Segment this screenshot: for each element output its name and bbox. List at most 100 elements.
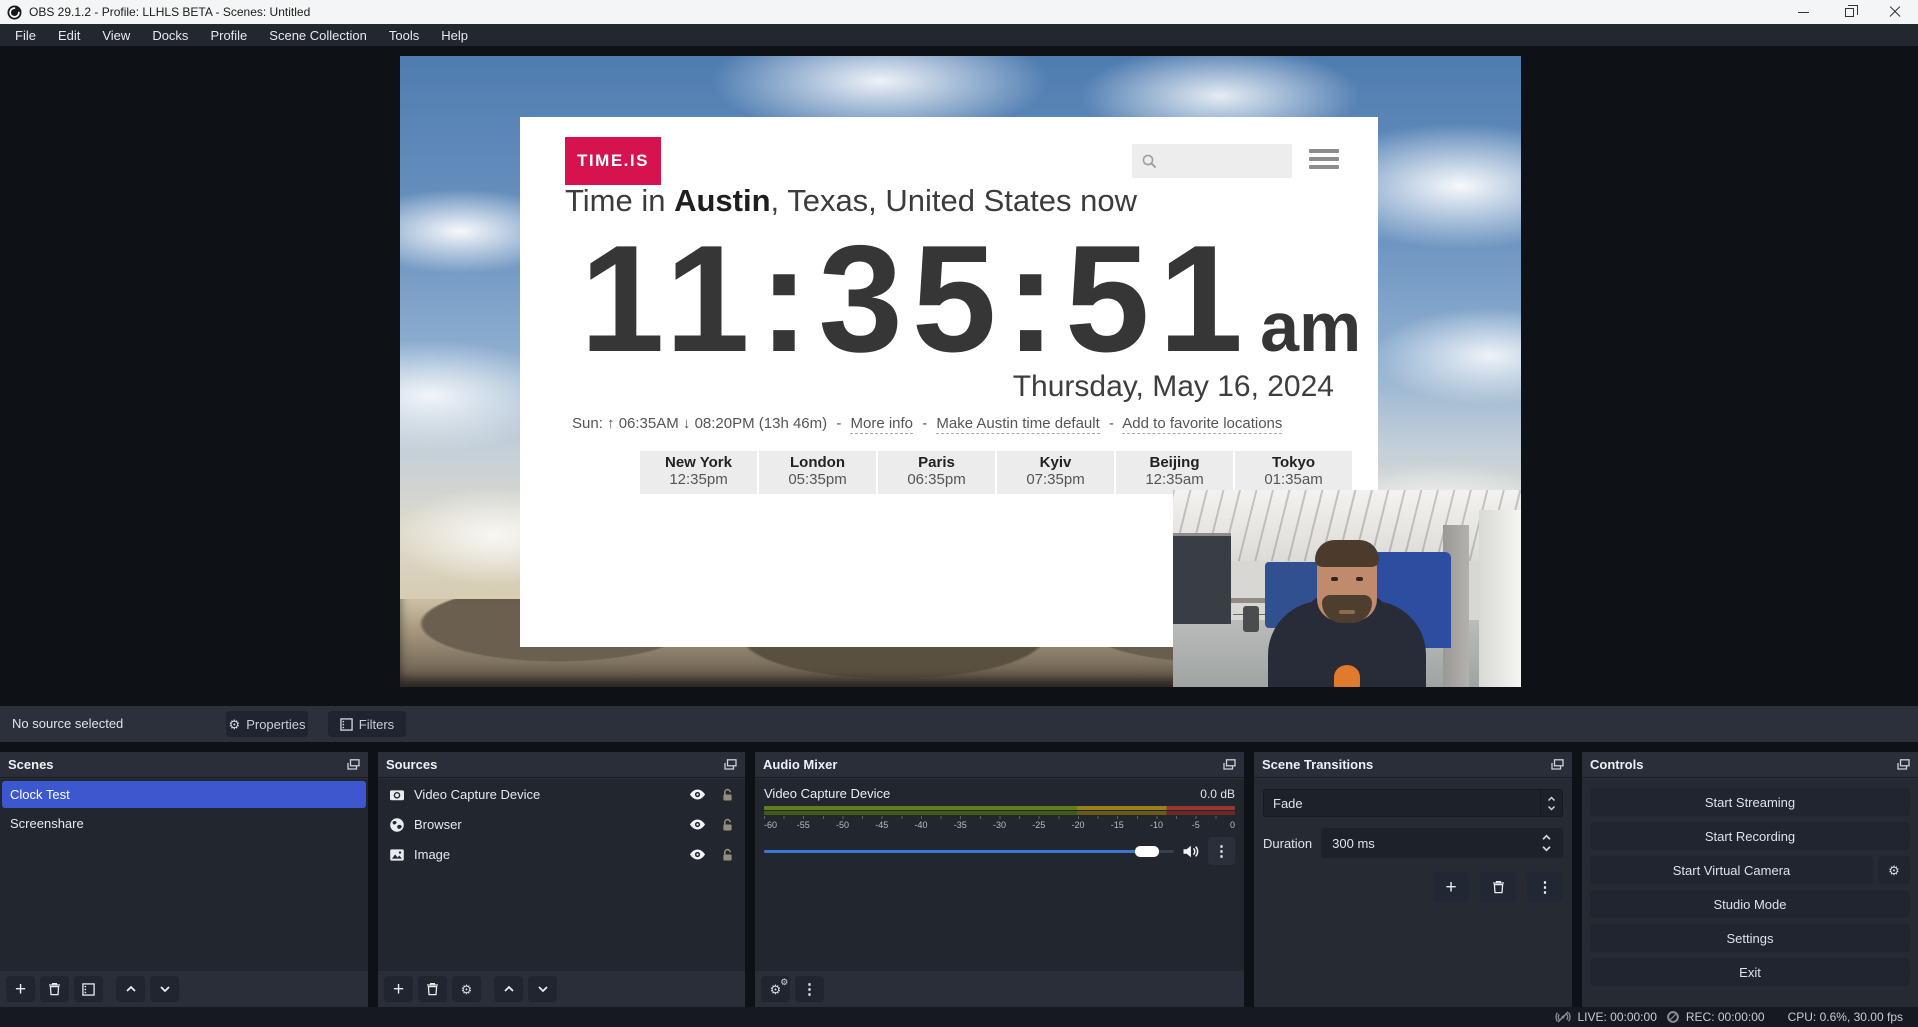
city-name: Kyiv: [997, 454, 1114, 471]
minimize-button[interactable]: [1780, 0, 1826, 24]
visibility-eye-icon[interactable]: [689, 818, 706, 831]
live-status: LIVE: 00:00:00: [1555, 1010, 1656, 1024]
settings-button[interactable]: Settings: [1590, 924, 1910, 952]
start-streaming-button[interactable]: Start Streaming: [1590, 788, 1910, 816]
advanced-audio-button[interactable]: ⚙⚙: [761, 976, 790, 1002]
db-tick: -55: [797, 820, 810, 830]
menu-tools[interactable]: Tools: [378, 26, 430, 45]
duration-spinbox[interactable]: 300 ms: [1321, 828, 1563, 858]
transition-properties-button[interactable]: ⋮: [1527, 872, 1563, 902]
move-scene-down-button[interactable]: [150, 976, 179, 1002]
rec-status: REC: 00:00:00: [1666, 1010, 1765, 1024]
dots-icon: ⋮: [802, 982, 817, 997]
move-scene-up-button[interactable]: [116, 976, 145, 1002]
sources-list: Video Capture Device Browser: [378, 779, 745, 971]
plus-icon: +: [1445, 878, 1456, 897]
gear-icon: ⚙: [461, 983, 473, 996]
properties-button[interactable]: ⚙ Properties: [226, 711, 308, 737]
webcam-shirt-logo: [1334, 665, 1360, 687]
db-tick: -40: [914, 820, 927, 830]
scene-transitions-header: Scene Transitions: [1254, 752, 1572, 778]
scene-item-screenshare[interactable]: Screenshare: [2, 810, 366, 837]
city-time: 05:35pm: [759, 471, 876, 488]
webcam-person-hair: [1315, 540, 1379, 567]
add-scene-button[interactable]: +: [6, 976, 35, 1002]
audio-mixer-toolbar: ⚙⚙ ⋮: [755, 971, 1244, 1007]
chevron-down-icon: [1541, 845, 1552, 852]
popout-icon[interactable]: [347, 759, 360, 770]
db-tick: -5: [1192, 820, 1200, 830]
transition-select[interactable]: Fade: [1263, 789, 1563, 817]
spin-arrows[interactable]: [1541, 834, 1552, 852]
world-clock-tokyo: Tokyo01:35am: [1235, 451, 1352, 494]
source-item-browser[interactable]: Browser: [380, 810, 743, 839]
transition-actions: + ⋮: [1263, 872, 1563, 902]
close-button[interactable]: [1872, 0, 1918, 24]
virtual-camera-settings-button[interactable]: ⚙: [1878, 856, 1910, 884]
remove-scene-button[interactable]: [40, 976, 69, 1002]
lock-icon[interactable]: [721, 788, 734, 802]
scenes-title: Scenes: [8, 757, 54, 772]
menu-help[interactable]: Help: [430, 26, 479, 45]
scene-transitions-title: Scene Transitions: [1262, 757, 1373, 772]
slider-handle[interactable]: [1135, 846, 1159, 857]
trash-icon: [1492, 880, 1505, 894]
source-toolbar: No source selected ⚙ Properties Filters: [0, 706, 1918, 742]
filters-button[interactable]: Filters: [328, 711, 406, 737]
move-source-down-button[interactable]: [528, 976, 557, 1002]
remove-transition-button[interactable]: [1480, 872, 1516, 902]
popout-icon[interactable]: [1551, 759, 1564, 770]
city-name: Paris: [878, 454, 995, 471]
add-source-button[interactable]: +: [384, 976, 413, 1002]
video-canvas[interactable]: TIME.IS Time in Austin, Texas, United St…: [400, 56, 1521, 687]
mixer-menu-button[interactable]: ⋮: [795, 976, 824, 1002]
add-transition-button[interactable]: +: [1433, 872, 1469, 902]
scene-filters-button[interactable]: [74, 976, 103, 1002]
popout-icon[interactable]: [1223, 759, 1236, 770]
live-timer: LIVE: 00:00:00: [1577, 1010, 1656, 1024]
audio-mixer-body: Video Capture Device 0.0 dB -60 -55 -50 …: [755, 779, 1244, 971]
scene-transitions-panel: Scene Transitions Fade Duration 300 ms: [1254, 752, 1572, 1007]
source-item-image[interactable]: Image: [380, 840, 743, 869]
volume-slider[interactable]: [764, 839, 1174, 863]
start-recording-button[interactable]: Start Recording: [1590, 822, 1910, 850]
camera-icon: [389, 787, 405, 803]
city-time: 06:35pm: [878, 471, 995, 488]
filters-icon: [340, 718, 353, 731]
lock-icon[interactable]: [721, 818, 734, 832]
move-source-up-button[interactable]: [494, 976, 523, 1002]
menu-edit[interactable]: Edit: [47, 26, 91, 45]
visibility-eye-icon[interactable]: [689, 848, 706, 861]
mixer-channel-name: Video Capture Device: [764, 786, 890, 801]
exit-button[interactable]: Exit: [1590, 958, 1910, 986]
mute-speaker-icon[interactable]: [1182, 844, 1200, 859]
double-gear-icon: ⚙⚙: [770, 983, 782, 996]
studio-mode-button[interactable]: Studio Mode: [1590, 890, 1910, 918]
menu-file[interactable]: File: [4, 26, 47, 45]
menu-scene-collection[interactable]: Scene Collection: [258, 26, 378, 45]
separator: -: [836, 415, 841, 432]
scenes-list: Clock Test Screenshare: [0, 779, 368, 971]
source-properties-button[interactable]: ⚙: [452, 976, 481, 1002]
restore-icon: [1845, 8, 1854, 17]
db-tick: -20: [1071, 820, 1084, 830]
scene-item-clock-test[interactable]: Clock Test: [2, 781, 366, 808]
gear-icon: ⚙: [1888, 864, 1900, 877]
city-name: London: [759, 454, 876, 471]
popout-icon[interactable]: [724, 759, 737, 770]
lock-icon[interactable]: [721, 848, 734, 862]
scene-transitions-body: Fade Duration 300 ms: [1254, 779, 1572, 1007]
scenes-panel: Scenes Clock Test Screenshare +: [0, 752, 368, 1007]
menu-profile[interactable]: Profile: [199, 26, 258, 45]
more-info-link: More info: [850, 415, 913, 434]
start-virtual-camera-button[interactable]: Start Virtual Camera: [1590, 856, 1873, 884]
menu-docks[interactable]: Docks: [141, 26, 199, 45]
mixer-channel-menu-button[interactable]: ⋮: [1208, 837, 1235, 865]
popout-icon[interactable]: [1897, 759, 1910, 770]
controls-title: Controls: [1590, 757, 1643, 772]
source-item-video-capture[interactable]: Video Capture Device: [380, 780, 743, 809]
visibility-eye-icon[interactable]: [689, 788, 706, 801]
menu-view[interactable]: View: [91, 26, 141, 45]
restore-button[interactable]: [1826, 0, 1872, 24]
remove-source-button[interactable]: [418, 976, 447, 1002]
